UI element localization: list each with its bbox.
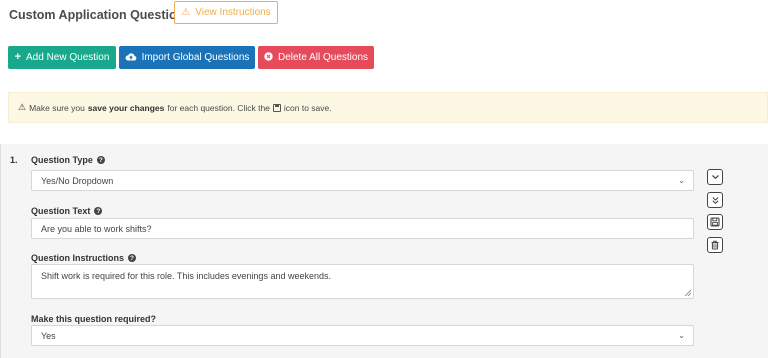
question-circle-icon[interactable]: ? [96, 156, 105, 164]
alert-text-before: Make sure you [29, 102, 85, 113]
question-instructions-label-text: Question Instructions [31, 253, 125, 263]
question-type-value: Yes/No Dropdown [41, 175, 114, 186]
warning-triangle-icon: ⚠ [181, 6, 191, 18]
question-type-select[interactable]: Yes/No Dropdown ⌄ [31, 170, 694, 191]
chevron-down-icon [711, 175, 719, 180]
cloud-upload-icon [125, 52, 137, 64]
question-text-input[interactable]: Are you able to work shifts? [31, 218, 694, 239]
alert-bold-text: save your changes [87, 102, 165, 113]
move-down-button[interactable] [707, 169, 723, 185]
warning-triangle-icon: ⚠ [18, 102, 27, 112]
question-type-label: Question Type ? [31, 155, 105, 165]
question-required-label: Make this question required? [31, 314, 156, 324]
question-instructions-value: Shift work is required for this role. Th… [41, 271, 331, 281]
question-text-label-text: Question Text [31, 206, 91, 216]
question-required-label-text: Make this question required? [31, 314, 157, 324]
view-instructions-label: View Instructions [195, 7, 271, 18]
move-to-bottom-button[interactable] [707, 192, 723, 208]
question-text-label: Question Text ? [31, 206, 103, 216]
chevron-down-icon: ⌄ [678, 331, 685, 340]
question-instructions-textarea[interactable]: Shift work is required for this role. Th… [31, 264, 694, 299]
save-question-button[interactable] [707, 214, 723, 230]
import-global-questions-label: Import Global Questions [141, 52, 250, 63]
save-icon [272, 103, 281, 112]
save-reminder-alert: ⚠ Make sure you save your changes for ea… [8, 92, 768, 123]
view-instructions-button[interactable]: ⚠ View Instructions [174, 1, 278, 24]
question-text-value: Are you able to work shifts? [41, 223, 152, 234]
question-instructions-label: Question Instructions ? [31, 253, 137, 263]
question-required-value: Yes [41, 330, 56, 341]
question-circle-icon[interactable]: ? [94, 207, 103, 215]
double-chevron-down-icon [711, 196, 719, 204]
resize-handle-icon[interactable] [685, 290, 691, 296]
chevron-down-icon: ⌄ [678, 176, 685, 185]
delete-all-questions-label: Delete All Questions [277, 52, 369, 63]
plus-icon: + [14, 51, 22, 63]
delete-all-questions-button[interactable]: Delete All Questions [258, 46, 374, 69]
add-new-question-button[interactable]: + Add New Question [8, 46, 116, 69]
delete-question-button[interactable] [707, 237, 723, 253]
save-icon [710, 217, 720, 227]
alert-text-middle: for each question. Click the [167, 102, 270, 113]
add-new-question-label: Add New Question [26, 52, 110, 63]
question-circle-icon[interactable]: ? [128, 254, 137, 262]
trash-icon [711, 240, 719, 250]
times-circle-icon [264, 51, 273, 64]
page-title: Custom Application Questions [9, 8, 192, 22]
alert-text-after: icon to save. [283, 102, 332, 113]
question-type-label-text: Question Type [31, 155, 93, 165]
question-required-select[interactable]: Yes ⌄ [31, 325, 694, 346]
question-number: 1. [10, 155, 18, 165]
import-global-questions-button[interactable]: Import Global Questions [119, 46, 255, 69]
